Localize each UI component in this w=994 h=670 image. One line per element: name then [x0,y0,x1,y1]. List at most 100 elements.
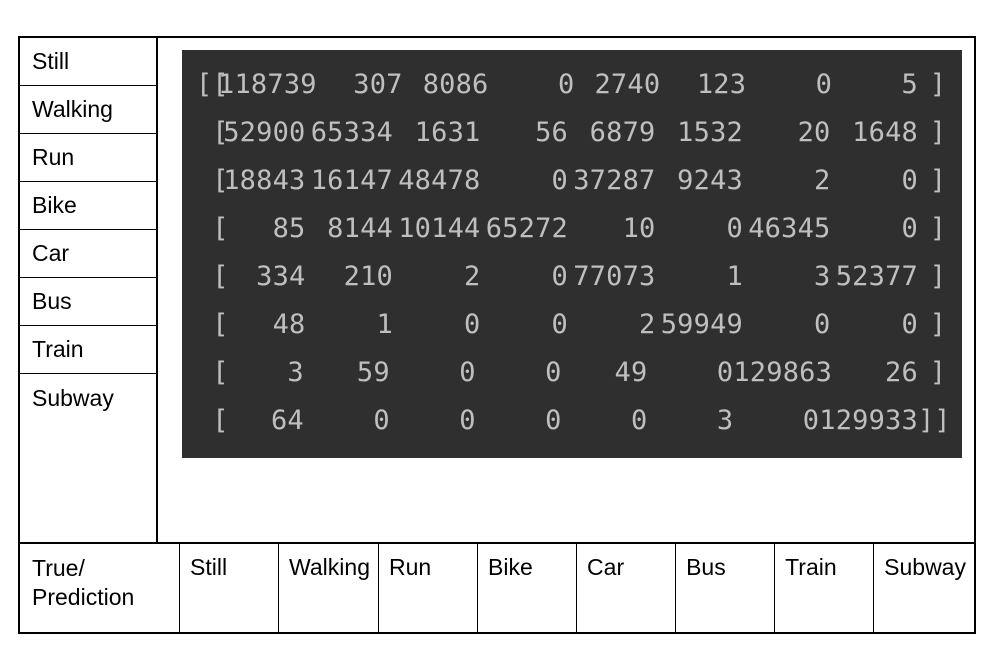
bracket-open: [ [196,357,218,388]
bracket-close: ] [918,357,946,388]
matrix-cell: 0 [304,405,390,436]
matrix-cell: 1631 [393,117,481,148]
matrix-cell: 49 [562,357,648,388]
matrix-cell: 0 [743,309,831,340]
matrix-row: [4810025994900] [196,300,946,348]
matrix-cell: 0 [390,357,476,388]
matrix-cell: 0 [831,165,919,196]
bracket-open: [ [196,309,218,340]
matrix-cell: 37287 [568,165,656,196]
col-label: Still [180,544,279,632]
matrix-cell: 0 [733,405,819,436]
matrix-cell: 8144 [306,213,394,244]
matrix-cell: 1648 [831,117,919,148]
matrix-cell: 0 [481,165,569,196]
matrix-row: [529006533416315668791532201648] [196,108,946,156]
matrix-cell: 8086 [403,69,489,100]
matrix-cell: 210 [306,261,394,292]
bracket-close: ] [918,69,946,100]
col-label: Car [577,544,676,632]
matrix-cell: 5 [832,69,918,100]
row-label: Bus [20,278,156,326]
matrix-cell: 1 [306,309,394,340]
matrix-cell: 18843 [218,165,306,196]
matrix-cell: 129863 [733,357,832,388]
col-label: Walking [279,544,379,632]
bracket-close: ] [918,213,946,244]
matrix-cell: 20 [743,117,831,148]
matrix-cell: 6879 [568,117,656,148]
matrix-cell: 0 [656,213,744,244]
bracket-open: [ [196,213,218,244]
matrix-cell: 334 [218,261,306,292]
col-label: Bus [676,544,775,632]
confusion-matrix-figure: Still Walking Run Bike Car Bus Train Sub… [18,36,976,634]
matrix-cell: 48478 [393,165,481,196]
matrix-cell: 0 [647,357,733,388]
matrix-cell: 0 [489,69,575,100]
footer-row: True/ Prediction Still Walking Run Bike … [20,542,974,632]
matrix-cell: 0 [476,405,562,436]
bracket-open: [[ [196,69,218,100]
matrix-cell: 2 [393,261,481,292]
matrix-code-block: [[11873930780860274012305] [529006533416… [182,50,962,458]
col-label: Subway [874,544,974,632]
matrix-cell: 3 [743,261,831,292]
matrix-cell: 85 [218,213,306,244]
matrix-cell: 0 [476,357,562,388]
matrix-cell: 16147 [306,165,394,196]
matrix-row: [188431614748478037287924320] [196,156,946,204]
matrix-row: [3590049012986326] [196,348,946,396]
bracket-close: ] [918,261,946,292]
matrix-cell: 77073 [568,261,656,292]
matrix-row: [[11873930780860274012305] [196,60,946,108]
matrix-cell: 26 [832,357,918,388]
spacer-row [20,470,974,542]
row-label: Subway [20,374,156,422]
matrix-cell: 1 [656,261,744,292]
page-frame: Still Walking Run Bike Car Bus Train Sub… [0,0,994,670]
matrix-cell: 3 [647,405,733,436]
matrix-cell: 0 [831,309,919,340]
bracket-close: ]] [918,405,946,436]
row-label: Train [20,326,156,374]
matrix-cell: 0 [746,69,832,100]
bracket-close: ] [918,165,946,196]
matrix-cell: 1532 [656,117,744,148]
matrix-cell: 59 [304,357,390,388]
row-label: Bike [20,182,156,230]
bracket-open: [ [196,117,218,148]
matrix-cell: 2740 [574,69,660,100]
column-labels: Still Walking Run Bike Car Bus Train Sub… [180,544,974,632]
matrix-row: [8581441014465272100463450] [196,204,946,252]
matrix-cell: 0 [831,213,919,244]
matrix-wrap: [[11873930780860274012305] [529006533416… [158,38,974,470]
matrix-cell: 10144 [393,213,481,244]
matrix-cell: 307 [317,69,403,100]
matrix-cell: 46345 [743,213,831,244]
bracket-open: [ [196,165,218,196]
matrix-row: [64000030129933]] [196,396,946,444]
col-label: Train [775,544,874,632]
spacer-left [20,470,158,542]
matrix-cell: 118739 [218,69,317,100]
top-section: Still Walking Run Bike Car Bus Train Sub… [20,38,974,470]
row-labels: Still Walking Run Bike Car Bus Train Sub… [20,38,158,470]
matrix-cell: 3 [218,357,304,388]
row-label: Car [20,230,156,278]
axis-label: True/ Prediction [20,544,180,632]
row-label: Walking [20,86,156,134]
spacer-right [158,470,974,542]
matrix-row: [33421020770731352377] [196,252,946,300]
bracket-open: [ [196,261,218,292]
col-label: Bike [478,544,577,632]
matrix-cell: 9243 [656,165,744,196]
matrix-cell: 64 [218,405,304,436]
matrix-cell: 52900 [218,117,306,148]
matrix-cell: 10 [568,213,656,244]
matrix-cell: 65334 [306,117,394,148]
bracket-close: ] [918,117,946,148]
matrix-cell: 0 [393,309,481,340]
matrix-cell: 0 [481,309,569,340]
row-label: Still [20,38,156,86]
